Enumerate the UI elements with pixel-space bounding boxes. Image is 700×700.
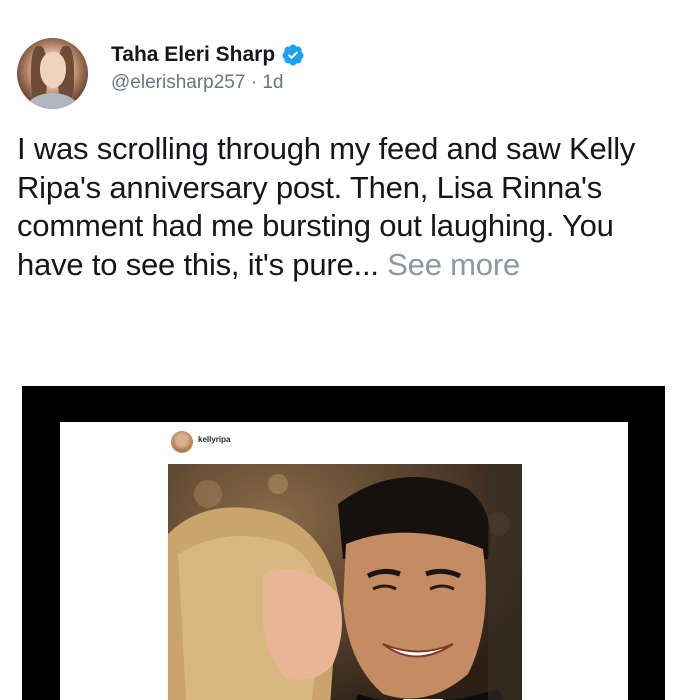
tweet-text: I was scrolling through my feed and saw …	[17, 130, 687, 284]
tweet-media[interactable]: kellyripa	[22, 386, 665, 700]
tweet-avatar[interactable]	[17, 38, 88, 109]
verified-badge-icon	[281, 43, 305, 67]
timestamp[interactable]: 1d	[262, 72, 283, 93]
instagram-post-screenshot: kellyripa	[60, 422, 628, 700]
see-more-link[interactable]: See more	[387, 247, 520, 282]
display-name[interactable]: Taha Eleri Sharp	[111, 43, 275, 67]
handle[interactable]: @elerisharp257	[111, 72, 245, 93]
separator-dot: ·	[250, 72, 258, 93]
avatar-face	[40, 52, 66, 88]
couple-photo-illustration	[168, 464, 522, 700]
handle-row: @elerisharp257 · 1d	[111, 72, 283, 94]
couple-photo	[168, 464, 522, 700]
instagram-avatar	[172, 432, 192, 452]
author-name-row: Taha Eleri Sharp	[111, 43, 305, 67]
tweet-body: I was scrolling through my feed and saw …	[17, 131, 636, 282]
instagram-username: kellyripa	[198, 435, 231, 444]
